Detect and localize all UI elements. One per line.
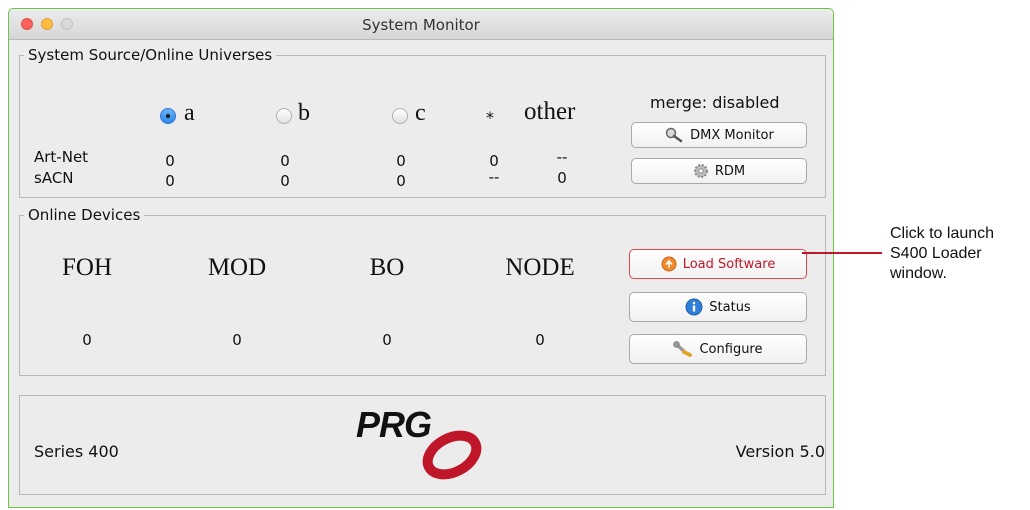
- window-title: System Monitor: [362, 16, 480, 34]
- universe-a-label: a: [184, 100, 195, 126]
- device-mod-header: MOD: [207, 254, 267, 281]
- wrench-icon: [673, 341, 693, 357]
- info-icon: [685, 298, 703, 316]
- sacn-a-value: 0: [165, 172, 175, 190]
- callout-line-1: Click to launch: [890, 225, 995, 242]
- device-mod-count: 0: [232, 331, 242, 349]
- art-net-other-value: --: [556, 148, 568, 166]
- sacn-other-value: 0: [557, 169, 567, 187]
- title-bar[interactable]: System Monitor: [9, 9, 833, 40]
- universes-group: System Source/Online Universes a b c * o…: [19, 46, 826, 198]
- sacn-row-label: sACN: [34, 169, 74, 187]
- configure-label: Configure: [699, 341, 763, 357]
- universe-c-radio[interactable]: [392, 108, 408, 124]
- load-software-label: Load Software: [682, 256, 776, 272]
- rdm-button[interactable]: RDM: [631, 158, 807, 184]
- online-devices-legend: Online Devices: [28, 206, 141, 224]
- online-devices-group: Online Devices FOH MOD BO NODE 0 0 0 0 L…: [19, 206, 826, 376]
- load-software-icon: [661, 256, 677, 272]
- callout-line-2: S400 Loader: [890, 245, 982, 262]
- device-bo-count: 0: [382, 331, 392, 349]
- art-net-a-value: 0: [165, 152, 175, 170]
- device-bo-header: BO: [369, 254, 405, 281]
- magnifier-icon: [664, 127, 684, 143]
- prg-logo: PRG: [350, 404, 500, 494]
- version-label: Version 5.0: [735, 442, 825, 461]
- sacn-star-value: --: [488, 168, 500, 186]
- art-net-b-value: 0: [280, 152, 290, 170]
- callout-text: Click to launch S400 Loader window.: [890, 224, 994, 284]
- prg-logo-swoosh: [422, 430, 482, 480]
- universe-b-label: b: [298, 100, 310, 126]
- universe-c-label: c: [415, 100, 426, 126]
- system-monitor-window: System Monitor System Source/Online Univ…: [8, 8, 834, 508]
- universe-b-radio[interactable]: [276, 108, 292, 124]
- universe-star-label: *: [486, 108, 494, 127]
- dmx-monitor-button[interactable]: DMX Monitor: [631, 122, 807, 148]
- device-node-header: NODE: [505, 254, 575, 281]
- series-label: Series 400: [34, 442, 119, 461]
- callout-line: [802, 252, 882, 254]
- gear-icon: [693, 163, 709, 179]
- load-software-button[interactable]: Load Software: [629, 249, 807, 279]
- info-panel: Series 400 PRG Version 5.0: [19, 395, 826, 495]
- device-foh-header: FOH: [61, 254, 112, 281]
- device-node-count: 0: [535, 331, 545, 349]
- status-button[interactable]: Status: [629, 292, 807, 322]
- configure-button[interactable]: Configure: [629, 334, 807, 364]
- art-net-row-label: Art-Net: [34, 148, 89, 166]
- status-label: Status: [709, 299, 751, 315]
- merge-status: merge: disabled: [650, 93, 780, 112]
- callout-line-3: window.: [890, 265, 947, 282]
- universe-a-radio[interactable]: [160, 108, 176, 124]
- sacn-c-value: 0: [396, 172, 406, 190]
- device-foh-count: 0: [82, 331, 92, 349]
- rdm-label: RDM: [714, 163, 746, 179]
- universe-other-label: other: [524, 98, 576, 125]
- dmx-monitor-label: DMX Monitor: [690, 127, 774, 143]
- universes-legend: System Source/Online Universes: [28, 46, 273, 64]
- art-net-c-value: 0: [396, 152, 406, 170]
- sacn-b-value: 0: [280, 172, 290, 190]
